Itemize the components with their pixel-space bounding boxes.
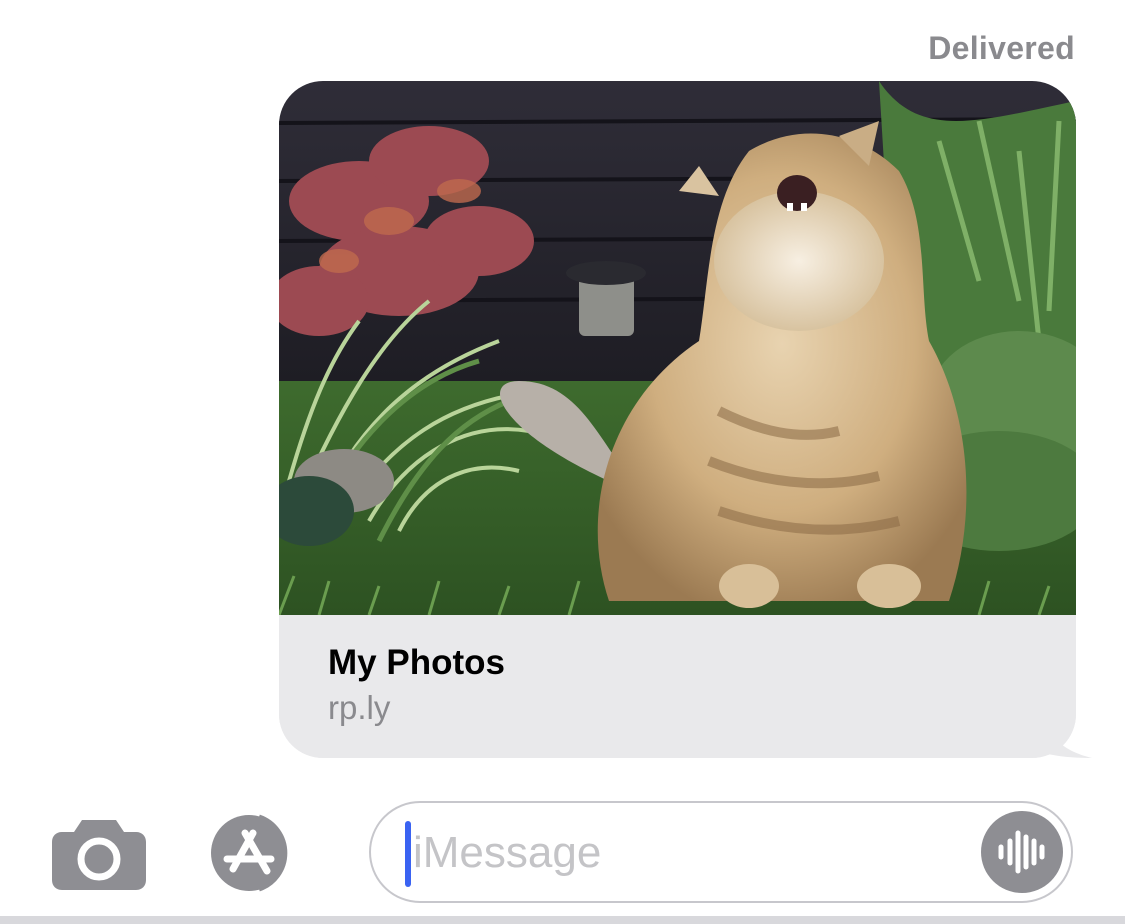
keyboard-edge (0, 916, 1125, 924)
app-store-button[interactable] (209, 813, 317, 893)
link-preview-caption: My Photos rp.ly (279, 615, 1076, 758)
camera-icon (52, 820, 146, 890)
imessage-conversation: Delivered My Photos rp.ly iMessage (0, 0, 1125, 924)
camera-button[interactable] (52, 816, 146, 890)
compose-bar: iMessage (0, 790, 1125, 914)
imessage-placeholder: iMessage (413, 828, 602, 877)
text-cursor (405, 821, 411, 887)
delivery-status: Delivered (928, 30, 1075, 66)
imessage-input[interactable]: iMessage (369, 801, 1073, 903)
link-preview-url: rp.ly (328, 689, 391, 726)
link-preview-title: My Photos (328, 643, 505, 682)
link-preview-bubble[interactable]: My Photos rp.ly (279, 81, 1076, 758)
bubble-tail (1040, 712, 1092, 758)
audio-waveform-icon (998, 830, 1045, 874)
link-preview-image (279, 81, 1076, 615)
app-store-icon (211, 814, 288, 892)
audio-message-button[interactable] (981, 811, 1063, 893)
